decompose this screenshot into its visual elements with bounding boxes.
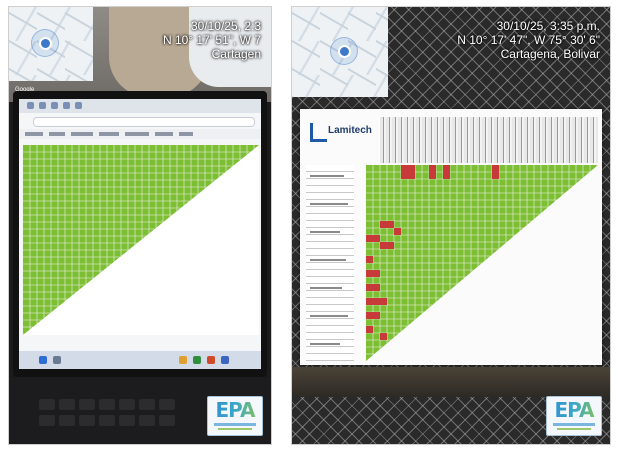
incompatible-cell	[380, 333, 387, 340]
chemical-compatibility-board: Lamitech	[300, 109, 602, 365]
key	[39, 415, 55, 426]
epa-logo-text: EPA	[547, 397, 601, 423]
incompatible-cell	[366, 256, 373, 263]
taskbar	[19, 351, 261, 369]
epa-logo-text: EPA	[208, 397, 262, 423]
key	[39, 399, 55, 410]
column-headers	[380, 117, 598, 163]
key	[59, 415, 75, 426]
laptop-screen	[19, 99, 261, 369]
row-label	[310, 343, 340, 345]
row-label	[310, 259, 346, 261]
browser-tab-icon	[51, 102, 58, 109]
browser-tab-bar	[19, 99, 261, 113]
menu-item	[99, 132, 119, 136]
incompatible-cell	[366, 270, 380, 277]
photo-compatibility-board: 30/10/25, 3:35 p.m. N 10° 17' 47", W 75°…	[291, 6, 611, 445]
epa-logo-bar	[557, 428, 591, 430]
menu-item	[179, 132, 193, 136]
incompatible-cell	[492, 165, 499, 179]
menu-item	[155, 132, 173, 136]
row-labels	[306, 165, 354, 361]
coordinates: N 10° 17' 51", W 7	[162, 33, 261, 47]
menu-item	[71, 132, 93, 136]
incompatible-cell	[380, 221, 394, 228]
windows-icon	[39, 356, 47, 364]
browser-tab-icon	[63, 102, 70, 109]
key	[159, 399, 175, 410]
browser-icon	[207, 356, 215, 364]
browser-tab-icon	[39, 102, 46, 109]
row-label	[310, 203, 348, 205]
key	[139, 415, 155, 426]
key	[119, 415, 135, 426]
row-label	[310, 315, 348, 317]
incompatible-cell	[366, 326, 373, 333]
compatibility-matrix-right	[366, 165, 598, 361]
epa-logo-bar	[218, 428, 252, 430]
incompatible-cell	[380, 242, 394, 249]
row-label	[310, 231, 340, 233]
row-label	[310, 175, 344, 177]
place-name: Cartagena, Bolivar	[500, 47, 600, 61]
board-brand: Lamitech	[328, 125, 372, 136]
lamitech-logo-icon	[310, 123, 327, 142]
geo-caption: 30/10/25, 3:35 p.m. N 10° 17' 47", W 75°…	[457, 19, 600, 61]
excel-icon	[193, 356, 201, 364]
app-icon	[221, 356, 229, 364]
browser-tab-icon	[75, 102, 82, 109]
row-label	[310, 287, 342, 289]
incompatible-cell	[366, 235, 380, 242]
epa-logo-bar	[553, 423, 595, 426]
key	[99, 399, 115, 410]
browser-tab-icon	[27, 102, 34, 109]
map-thumbnail	[9, 7, 93, 81]
search-icon	[53, 356, 61, 364]
key	[159, 415, 175, 426]
incompatible-cell	[366, 284, 380, 291]
incompatible-cell	[394, 228, 401, 235]
epa-logo-bar	[214, 423, 256, 426]
incompatible-cell	[429, 165, 436, 179]
coordinates: N 10° 17' 47", W 75° 30' 6"	[457, 33, 600, 47]
key	[139, 399, 155, 410]
key	[79, 399, 95, 410]
spreadsheet-area	[23, 145, 259, 335]
photo-laptop-screen: Google 30/10/25, 2:3 N 10° 17' 51", W 7 …	[8, 6, 272, 445]
menu-item	[25, 132, 43, 136]
incompatible-cell	[401, 165, 415, 179]
key	[119, 399, 135, 410]
menu-item	[49, 132, 65, 136]
folder-icon	[179, 356, 187, 364]
location-pin-icon	[39, 37, 52, 50]
address-bar	[33, 117, 255, 127]
map-thumbnail	[292, 7, 388, 97]
incompatible-cell	[366, 312, 380, 319]
key	[99, 415, 115, 426]
key	[59, 399, 75, 410]
geo-caption: 30/10/25, 2:3 N 10° 17' 51", W 7 Cartage…	[163, 19, 261, 61]
incompatible-cell	[366, 298, 387, 305]
spreadsheet-menu	[19, 129, 261, 139]
location-pin-icon	[338, 45, 351, 58]
epa-logo: EPA	[207, 396, 263, 436]
menu-item	[125, 132, 149, 136]
timestamp: 30/10/25, 3:35 p.m.	[496, 19, 600, 33]
compatibility-matrix-left	[23, 145, 259, 335]
incompatible-cell	[443, 165, 450, 179]
key	[79, 415, 95, 426]
place-name: Cartagen	[211, 47, 261, 61]
epa-logo: EPA	[546, 396, 602, 436]
matrix-green-area	[23, 145, 259, 335]
wooden-pallet	[292, 367, 610, 397]
timestamp: 30/10/25, 2:3	[190, 19, 261, 33]
